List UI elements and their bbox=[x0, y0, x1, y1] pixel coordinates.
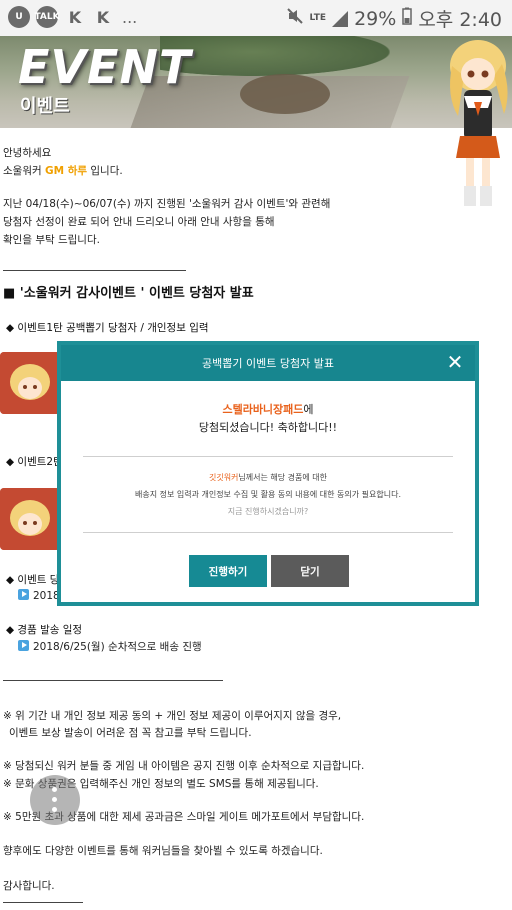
battery-icon bbox=[402, 7, 413, 30]
closing-message: 향후에도 다양한 이벤트를 통해 워커님들을 찾아뵐 수 있도록 하겠습니다. bbox=[3, 845, 323, 857]
event2-heading: ◆ 이벤트2탄 bbox=[6, 456, 63, 468]
battery-percent: 29% bbox=[354, 7, 397, 30]
talk-icon: TALK bbox=[34, 6, 60, 28]
congrats-text: 당첨되셨습니다! 축하합니다!! bbox=[198, 421, 338, 434]
banner-title: EVENT bbox=[18, 40, 192, 94]
mascot-character-image bbox=[450, 40, 508, 206]
prize-line: 스텔라바니장패드에 bbox=[61, 401, 475, 417]
modal-divider bbox=[83, 456, 453, 457]
event1-heading: ◆ 이벤트1탄 공백뽑기 당첨자 / 개인정보 입력 bbox=[6, 322, 209, 334]
shipping-heading: ◆ 경품 발송 일정 bbox=[6, 624, 83, 636]
event-thumbnail-2 bbox=[0, 488, 60, 550]
from-prefix: 소울워커 bbox=[3, 165, 42, 177]
app-u-icon: U bbox=[8, 6, 30, 28]
greeting: 안녕하세요 bbox=[3, 147, 52, 159]
info-line-1: 깃깃워커님께서는 해당 경품에 대한 bbox=[61, 472, 475, 483]
clock: 오후 2:40 bbox=[418, 9, 502, 31]
dot-icon bbox=[52, 807, 57, 812]
shipping-detail: 2018/6/25(월) 순차적으로 배송 진행 bbox=[18, 639, 202, 654]
event-partial-date: 2018 bbox=[33, 590, 60, 602]
info-line-1-suffix: 님께서는 해당 경품에 대한 bbox=[238, 473, 328, 482]
info-line-2: 배송지 정보 입력과 개인정보 수집 및 활용 동의 내용에 대한 동의가 필요… bbox=[134, 490, 402, 499]
floating-menu-button[interactable] bbox=[30, 775, 80, 825]
from-suffix: 입니다. bbox=[90, 165, 123, 177]
close-button[interactable]: 닫기 bbox=[271, 555, 349, 587]
modal-header: 공백뽑기 이벤트 당첨자 발표 ✕ bbox=[61, 345, 475, 381]
close-icon[interactable]: ✕ bbox=[443, 350, 467, 374]
shipping-date: 2018/6/25(월) 순차적으로 배송 진행 bbox=[33, 641, 202, 653]
app-k-icon: K bbox=[68, 7, 82, 27]
divider bbox=[3, 680, 223, 681]
modal-title: 공백뽑기 이벤트 당첨자 발표 bbox=[202, 357, 334, 370]
status-bar: U TALK K K ... LTE 29% 오후 2:40 bbox=[0, 0, 512, 36]
banner-trees bbox=[160, 36, 390, 76]
proceed-button[interactable]: 진행하기 bbox=[189, 555, 267, 587]
dot-icon bbox=[52, 797, 57, 802]
more-notifications: ... bbox=[122, 7, 138, 27]
note-1-line-1: ※ 위 기간 내 개인 정보 제공 동의 + 개인 정보 제공이 이루어지지 않… bbox=[3, 710, 342, 722]
event-partial-link[interactable]: 2018 bbox=[18, 589, 60, 602]
event-thumbnail-1 bbox=[0, 352, 60, 414]
divider bbox=[3, 902, 83, 903]
prize-suffix: 에 bbox=[303, 403, 314, 416]
network-type: LTE bbox=[309, 13, 327, 23]
notification-icons: U TALK K K ... bbox=[8, 6, 137, 28]
play-icon bbox=[18, 640, 29, 651]
mute-icon bbox=[286, 7, 304, 30]
play-icon bbox=[18, 589, 29, 600]
thanks-message: 감사합니다. bbox=[3, 880, 55, 892]
winner-modal: 공백뽑기 이벤트 당첨자 발표 ✕ 스텔라바니장패드에 당첨되셨습니다! 축하합… bbox=[57, 341, 479, 606]
dot-icon bbox=[52, 787, 57, 792]
section-heading: ■ '소울워커 감사이벤트 ' 이벤트 당첨자 발표 bbox=[3, 286, 254, 301]
system-icons: LTE 29% 오후 2:40 bbox=[286, 5, 502, 32]
modal-divider bbox=[83, 532, 453, 533]
confirm-question: 지금 진행하시겠습니까? bbox=[227, 507, 309, 516]
intro-line-3: 확인을 부탁 드립니다. bbox=[3, 234, 100, 246]
app-k-badge-icon: K bbox=[96, 7, 110, 27]
event-partial-heading: ◆ 이벤트 당 bbox=[6, 574, 60, 586]
note-2: ※ 당첨되신 워커 분들 중 게임 내 아이템은 공지 진행 이후 순차적으로 … bbox=[3, 760, 365, 772]
banner-table bbox=[240, 74, 330, 114]
gm-name: GM 하루 bbox=[44, 165, 88, 177]
divider bbox=[3, 270, 186, 271]
prize-name: 스텔라바니장패드 bbox=[222, 403, 304, 416]
note-1-line-2: 이벤트 보상 발송이 어려운 점 꼭 참고를 부탁 드립니다. bbox=[9, 727, 252, 739]
intro-line-1: 지난 04/18(수)~06/07(수) 까지 진행된 '소울워커 감사 이벤트… bbox=[3, 198, 331, 210]
event-banner: EVENT 이벤트 bbox=[0, 36, 512, 128]
signal-icon bbox=[332, 10, 349, 27]
greeting-from: 소울워커 GM 하루 입니다. bbox=[3, 163, 123, 178]
banner-subtitle: 이벤트 bbox=[20, 96, 70, 117]
user-name: 깃깃워커 bbox=[208, 473, 239, 482]
intro-line-2: 당첨자 선정이 완료 되어 안내 드리오니 아래 안내 사항을 통해 bbox=[3, 216, 275, 228]
